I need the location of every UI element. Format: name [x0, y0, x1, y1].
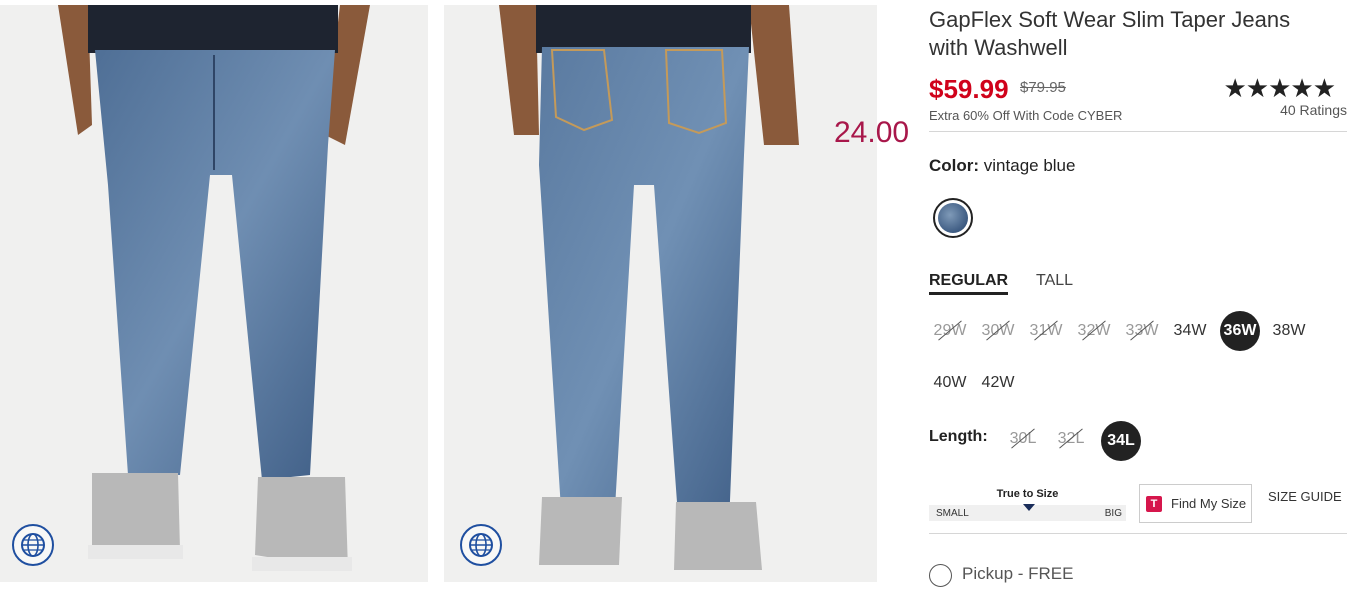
- size-32w[interactable]: 32W: [1074, 311, 1114, 351]
- swatch-fill: [938, 203, 968, 233]
- size-40w[interactable]: 40W: [930, 363, 970, 403]
- globe-icon-graphic: [469, 533, 493, 557]
- jeans-back-illustration: [499, 5, 799, 570]
- original-price: $79.95: [1020, 79, 1066, 96]
- size-29w[interactable]: 29W: [930, 311, 970, 351]
- length-32l[interactable]: 32L: [1051, 419, 1091, 459]
- promo-text: Extra 60% Off With Code CYBER: [929, 108, 1123, 123]
- ratings-count-link[interactable]: 40 Ratings: [1280, 102, 1347, 118]
- product-image-back[interactable]: [444, 5, 877, 582]
- size-36w[interactable]: 36W: [1220, 311, 1260, 351]
- divider: [929, 131, 1347, 132]
- product-image-front[interactable]: [0, 5, 428, 582]
- fit-meter-marker-icon: [1023, 504, 1035, 511]
- find-my-size-label: Find My Size: [1171, 496, 1247, 511]
- star-rating[interactable]: ★★★★★: [1223, 74, 1336, 102]
- overlay-price: 24.00: [834, 116, 910, 149]
- size-31w[interactable]: 31W: [1026, 311, 1066, 351]
- jeans-front-illustration: [58, 5, 370, 571]
- true-to-size-meter: True to Size SMALL BIG: [929, 488, 1126, 522]
- fit-meter-title: True to Size: [996, 488, 1059, 500]
- fit-meter-big: BIG: [1104, 508, 1122, 519]
- size-34w[interactable]: 34W: [1170, 311, 1210, 351]
- globe-icon[interactable]: [460, 524, 502, 566]
- globe-icon[interactable]: [12, 524, 54, 566]
- size-30w[interactable]: 30W: [978, 311, 1018, 351]
- sale-price: $59.99: [929, 74, 1009, 104]
- size-38w[interactable]: 38W: [1269, 311, 1309, 351]
- size-42w[interactable]: 42W: [978, 363, 1018, 403]
- true-fit-icon: T: [1146, 495, 1162, 512]
- color-value: vintage blue: [983, 156, 1076, 175]
- find-my-size-button[interactable]: T Find My Size: [1139, 484, 1252, 523]
- length-34l[interactable]: 34L: [1101, 421, 1141, 461]
- color-label-key: Color:: [929, 156, 980, 175]
- pickup-radio[interactable]: [929, 564, 952, 587]
- product-info-panel: GapFlex Soft Wear Slim Taper Jeans with …: [929, 0, 1349, 594]
- color-swatch-vintage-blue[interactable]: [933, 198, 973, 238]
- fit-meter-small: SMALL: [936, 508, 969, 519]
- size-33w[interactable]: 33W: [1122, 311, 1162, 351]
- size-guide-link[interactable]: SIZE GUIDE: [1268, 489, 1342, 504]
- divider: [929, 533, 1347, 534]
- globe-icon-graphic: [21, 533, 45, 557]
- tab-tall[interactable]: TALL: [1036, 272, 1073, 290]
- length-30l[interactable]: 30L: [1003, 419, 1043, 459]
- length-label: Length:: [929, 428, 988, 445]
- product-title: GapFlex Soft Wear Slim Taper Jeans with …: [929, 7, 1291, 60]
- color-label: Color: vintage blue: [929, 156, 1075, 176]
- tab-regular[interactable]: REGULAR: [929, 272, 1009, 295]
- pickup-label[interactable]: Pickup - FREE: [962, 564, 1073, 584]
